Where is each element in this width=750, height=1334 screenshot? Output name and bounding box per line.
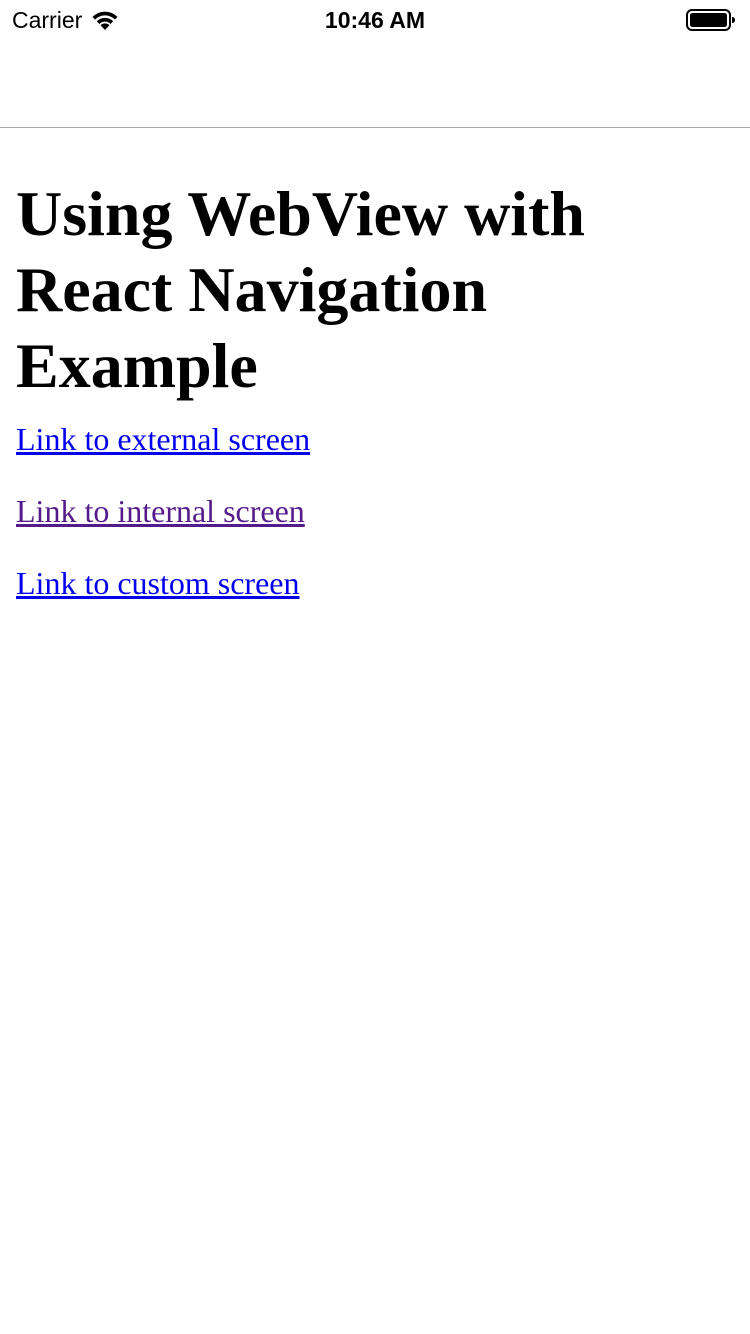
- app-screen: Carrier 10:46 AM Using WebView with Reac…: [0, 0, 750, 1334]
- status-clock: 10:46 AM: [324, 7, 426, 33]
- navigation-header: [0, 40, 750, 128]
- page-title: Using WebView with React Navigation Exam…: [16, 178, 585, 401]
- link-internal-screen[interactable]: Link to internal screen: [16, 492, 734, 530]
- webview-content: Using WebView with React Navigation Exam…: [0, 128, 750, 602]
- battery-icon: [686, 9, 735, 31]
- link-custom-screen[interactable]: Link to custom screen: [16, 564, 734, 602]
- status-bar: Carrier 10:46 AM: [0, 0, 750, 40]
- link-external-screen[interactable]: Link to external screen: [16, 420, 734, 458]
